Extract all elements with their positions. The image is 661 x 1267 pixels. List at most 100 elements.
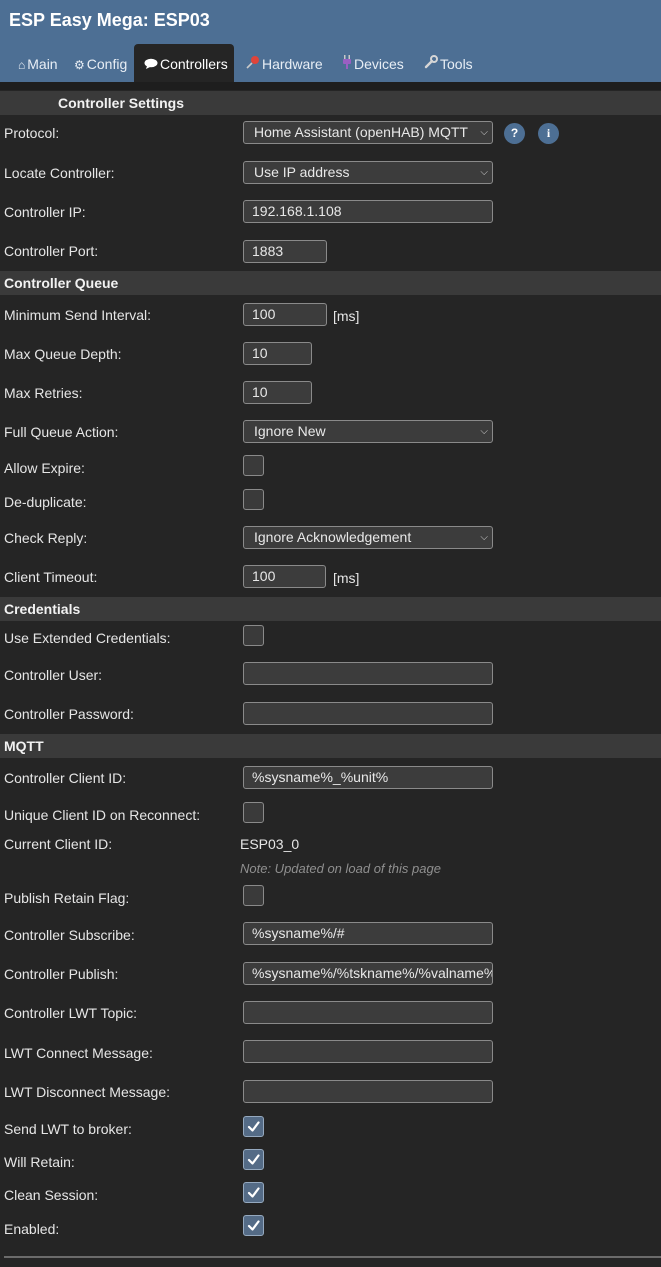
check-reply-select[interactable]: Ignore Acknowledgement ⌵ bbox=[243, 526, 493, 549]
section-controller-settings: Controller Settings bbox=[0, 91, 661, 115]
send-lwt-checkbox[interactable] bbox=[243, 1116, 264, 1137]
app-title: ESP Easy Mega: ESP03 bbox=[9, 10, 210, 30]
protocol-value: Home Assistant (openHAB) MQTT bbox=[254, 124, 468, 140]
send-lwt-label: Send LWT to broker: bbox=[4, 1121, 132, 1137]
client-timeout-unit: [ms] bbox=[333, 570, 360, 586]
header-bar: ESP Easy Mega: ESP03 ⌂ Main ⚙ Config Contr… bbox=[0, 0, 661, 82]
tab-tools[interactable]: Tools bbox=[420, 44, 480, 82]
controller-port-input[interactable]: 1883 bbox=[243, 240, 327, 263]
allow-expire-checkbox[interactable] bbox=[243, 455, 264, 476]
min-send-interval-input[interactable]: 100 bbox=[243, 303, 327, 326]
checkmark-icon bbox=[247, 1121, 260, 1132]
full-queue-action-value: Ignore New bbox=[254, 423, 326, 439]
tab-tools-label: Tools bbox=[440, 56, 473, 72]
chevron-down-icon: ⌵ bbox=[480, 532, 488, 543]
publish-retain-label: Publish Retain Flag: bbox=[4, 890, 130, 906]
divider bbox=[4, 1256, 661, 1258]
tab-devices[interactable]: Devices bbox=[334, 44, 414, 82]
client-timeout-label: Client Timeout: bbox=[4, 569, 98, 585]
controller-user-input[interactable] bbox=[243, 662, 493, 685]
lwt-topic-input[interactable] bbox=[243, 1001, 493, 1024]
lwt-topic-label: Controller LWT Topic: bbox=[4, 1005, 138, 1021]
current-client-id-note: Note: Updated on load of this page bbox=[240, 861, 441, 876]
enabled-label: Enabled: bbox=[4, 1221, 60, 1237]
protocol-label: Protocol: bbox=[4, 125, 60, 141]
allow-expire-label: Allow Expire: bbox=[4, 460, 85, 476]
home-icon: ⌂ bbox=[18, 58, 26, 72]
full-queue-action-label: Full Queue Action: bbox=[4, 424, 119, 440]
chevron-down-icon: ⌵ bbox=[480, 167, 488, 178]
lwt-connect-input[interactable] bbox=[243, 1040, 493, 1063]
wrench-icon bbox=[424, 45, 438, 85]
plug-icon bbox=[342, 45, 352, 85]
section-mqtt: MQTT bbox=[0, 734, 661, 758]
controller-password-input[interactable] bbox=[243, 702, 493, 725]
tab-hardware-label: Hardware bbox=[262, 56, 323, 72]
full-queue-action-select[interactable]: Ignore New ⌵ bbox=[243, 420, 493, 443]
use-extended-credentials-label: Use Extended Credentials: bbox=[4, 630, 171, 646]
max-retries-input[interactable]: 10 bbox=[243, 381, 312, 404]
help-button[interactable]: ? bbox=[504, 123, 525, 144]
enabled-checkbox[interactable] bbox=[243, 1215, 264, 1236]
tab-config-label: Config bbox=[86, 56, 128, 72]
check-reply-label: Check Reply: bbox=[4, 530, 88, 546]
checkmark-icon bbox=[247, 1220, 260, 1231]
clean-session-label: Clean Session: bbox=[4, 1187, 99, 1203]
unique-client-id-checkbox[interactable] bbox=[243, 802, 264, 823]
controller-password-label: Controller Password: bbox=[4, 706, 134, 722]
locate-controller-value: Use IP address bbox=[254, 164, 350, 180]
checkmark-icon bbox=[247, 1154, 260, 1165]
current-client-id-label: Current Client ID: bbox=[4, 836, 113, 852]
clean-session-checkbox[interactable] bbox=[243, 1182, 264, 1203]
publish-label: Controller Publish: bbox=[4, 966, 119, 982]
tab-controllers[interactable]: Controllers bbox=[134, 44, 234, 82]
chevron-down-icon: ⌵ bbox=[480, 426, 488, 437]
min-send-interval-label: Minimum Send Interval: bbox=[4, 307, 152, 323]
client-id-label: Controller Client ID: bbox=[4, 770, 127, 786]
nav-tabs: ⌂ Main ⚙ Config Controllers Hardware Devic… bbox=[0, 44, 661, 82]
deduplicate-checkbox[interactable] bbox=[243, 489, 264, 510]
will-retain-checkbox[interactable] bbox=[243, 1149, 264, 1170]
section-credentials: Credentials bbox=[0, 597, 661, 621]
chevron-down-icon: ⌵ bbox=[480, 127, 488, 138]
current-client-id-value: ESP03_0 bbox=[240, 836, 300, 852]
pushpin-icon bbox=[246, 45, 260, 85]
tab-config[interactable]: ⚙ Config bbox=[66, 44, 130, 82]
speech-bubble-icon bbox=[144, 45, 158, 85]
publish-retain-checkbox[interactable] bbox=[243, 885, 264, 906]
subscribe-label: Controller Subscribe: bbox=[4, 927, 135, 943]
unique-client-id-label: Unique Client ID on Reconnect: bbox=[4, 807, 201, 823]
checkmark-icon bbox=[247, 1187, 260, 1198]
section-controller-queue: Controller Queue bbox=[0, 271, 661, 295]
client-id-input[interactable]: %sysname%_%unit% bbox=[243, 766, 493, 789]
controller-user-label: Controller User: bbox=[4, 667, 103, 683]
min-send-interval-unit: [ms] bbox=[333, 308, 360, 324]
tab-hardware[interactable]: Hardware bbox=[240, 44, 328, 82]
tab-devices-label: Devices bbox=[354, 56, 404, 72]
locate-controller-select[interactable]: Use IP address ⌵ bbox=[243, 161, 493, 184]
controller-ip-input[interactable]: 192.168.1.108 bbox=[243, 200, 493, 223]
max-queue-depth-input[interactable]: 10 bbox=[243, 342, 312, 365]
locate-controller-label: Locate Controller: bbox=[4, 165, 115, 181]
client-timeout-input[interactable]: 100 bbox=[243, 565, 326, 588]
tab-main-label: Main bbox=[27, 56, 58, 72]
publish-input[interactable]: %sysname%/%tskname%/%valname% bbox=[243, 962, 493, 985]
subscribe-input[interactable]: %sysname%/# bbox=[243, 922, 493, 945]
lwt-disconnect-input[interactable] bbox=[243, 1080, 493, 1103]
lwt-connect-label: LWT Connect Message: bbox=[4, 1045, 153, 1061]
tab-underline bbox=[0, 82, 661, 90]
controller-port-label: Controller Port: bbox=[4, 243, 99, 259]
will-retain-label: Will Retain: bbox=[4, 1154, 75, 1170]
gear-icon: ⚙ bbox=[74, 58, 85, 72]
max-retries-label: Max Retries: bbox=[4, 385, 83, 401]
tab-main[interactable]: ⌂ Main bbox=[12, 44, 60, 82]
protocol-select[interactable]: Home Assistant (openHAB) MQTT ⌵ bbox=[243, 121, 493, 144]
controller-ip-label: Controller IP: bbox=[4, 204, 86, 220]
use-extended-credentials-checkbox[interactable] bbox=[243, 625, 264, 646]
max-queue-depth-label: Max Queue Depth: bbox=[4, 346, 122, 362]
deduplicate-label: De-duplicate: bbox=[4, 494, 87, 510]
info-button[interactable]: i bbox=[538, 123, 559, 144]
check-reply-value: Ignore Acknowledgement bbox=[254, 529, 412, 545]
lwt-disconnect-label: LWT Disconnect Message: bbox=[4, 1084, 170, 1100]
tab-controllers-label: Controllers bbox=[160, 56, 228, 72]
